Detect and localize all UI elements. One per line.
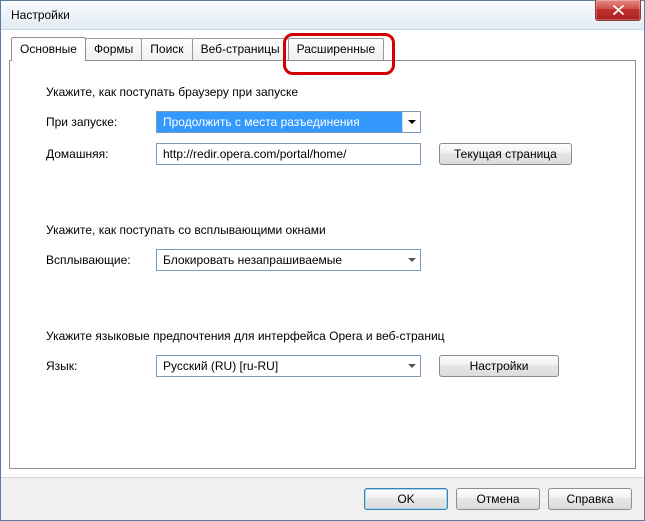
popups-row: Всплывающие: Блокировать незапрашиваемые: [46, 249, 599, 271]
tab-panel-basic: Укажите, как поступать браузеру при запу…: [9, 60, 636, 469]
tab-label: Расширенные: [297, 42, 376, 56]
dialog-footer: OK Отмена Справка: [1, 477, 644, 520]
tab-search[interactable]: Поиск: [141, 38, 192, 60]
tab-basic[interactable]: Основные: [11, 37, 86, 61]
tab-webpages[interactable]: Веб-страницы: [192, 38, 289, 60]
popups-value: Блокировать незапрашиваемые: [156, 249, 421, 271]
language-select[interactable]: Русский (RU) [ru-RU]: [156, 355, 421, 377]
language-value: Русский (RU) [ru-RU]: [156, 355, 421, 377]
language-row: Язык: Русский (RU) [ru-RU] Настройки: [46, 355, 599, 377]
language-heading: Укажите языковые предпочтения для интерф…: [46, 329, 599, 343]
language-settings-button[interactable]: Настройки: [439, 355, 559, 377]
tab-strip: Основные Формы Поиск Веб-страницы Расшир…: [11, 38, 636, 60]
window-title: Настройки: [11, 8, 70, 22]
help-button[interactable]: Справка: [548, 488, 632, 510]
titlebar: Настройки: [1, 1, 644, 30]
tab-forms[interactable]: Формы: [85, 38, 142, 60]
home-input[interactable]: [156, 143, 421, 165]
on-start-select[interactable]: Продолжить с места разъединения: [156, 111, 421, 133]
on-start-value: Продолжить с места разъединения: [156, 111, 421, 133]
close-icon: [613, 5, 624, 15]
current-page-button[interactable]: Текущая страница: [439, 143, 572, 165]
chevron-down-icon: [403, 356, 420, 376]
popups-heading: Укажите, как поступать со всплывающими о…: [46, 223, 599, 237]
settings-window: Настройки Основные Формы Поиск Веб-стран…: [0, 0, 645, 521]
ok-button[interactable]: OK: [364, 488, 448, 510]
chevron-down-icon: [403, 250, 420, 270]
tab-label: Формы: [94, 42, 133, 56]
tab-label: Основные: [20, 42, 77, 56]
language-label: Язык:: [46, 359, 156, 373]
home-label: Домашняя:: [46, 147, 156, 161]
tab-label: Поиск: [150, 42, 183, 56]
startup-home-row: Домашняя: Текущая страница: [46, 143, 599, 165]
on-start-label: При запуске:: [46, 115, 156, 129]
home-input-wrap: [156, 143, 421, 165]
chevron-down-icon: [402, 112, 420, 132]
popups-select[interactable]: Блокировать незапрашиваемые: [156, 249, 421, 271]
client-area: Основные Формы Поиск Веб-страницы Расшир…: [1, 30, 644, 477]
startup-on-start-row: При запуске: Продолжить с места разъедин…: [46, 111, 599, 133]
popups-label: Всплывающие:: [46, 253, 156, 267]
tab-advanced[interactable]: Расширенные: [288, 38, 385, 60]
close-button[interactable]: [595, 0, 641, 21]
cancel-button[interactable]: Отмена: [456, 488, 540, 510]
tab-label: Веб-страницы: [201, 42, 280, 56]
startup-heading: Укажите, как поступать браузеру при запу…: [46, 85, 599, 99]
